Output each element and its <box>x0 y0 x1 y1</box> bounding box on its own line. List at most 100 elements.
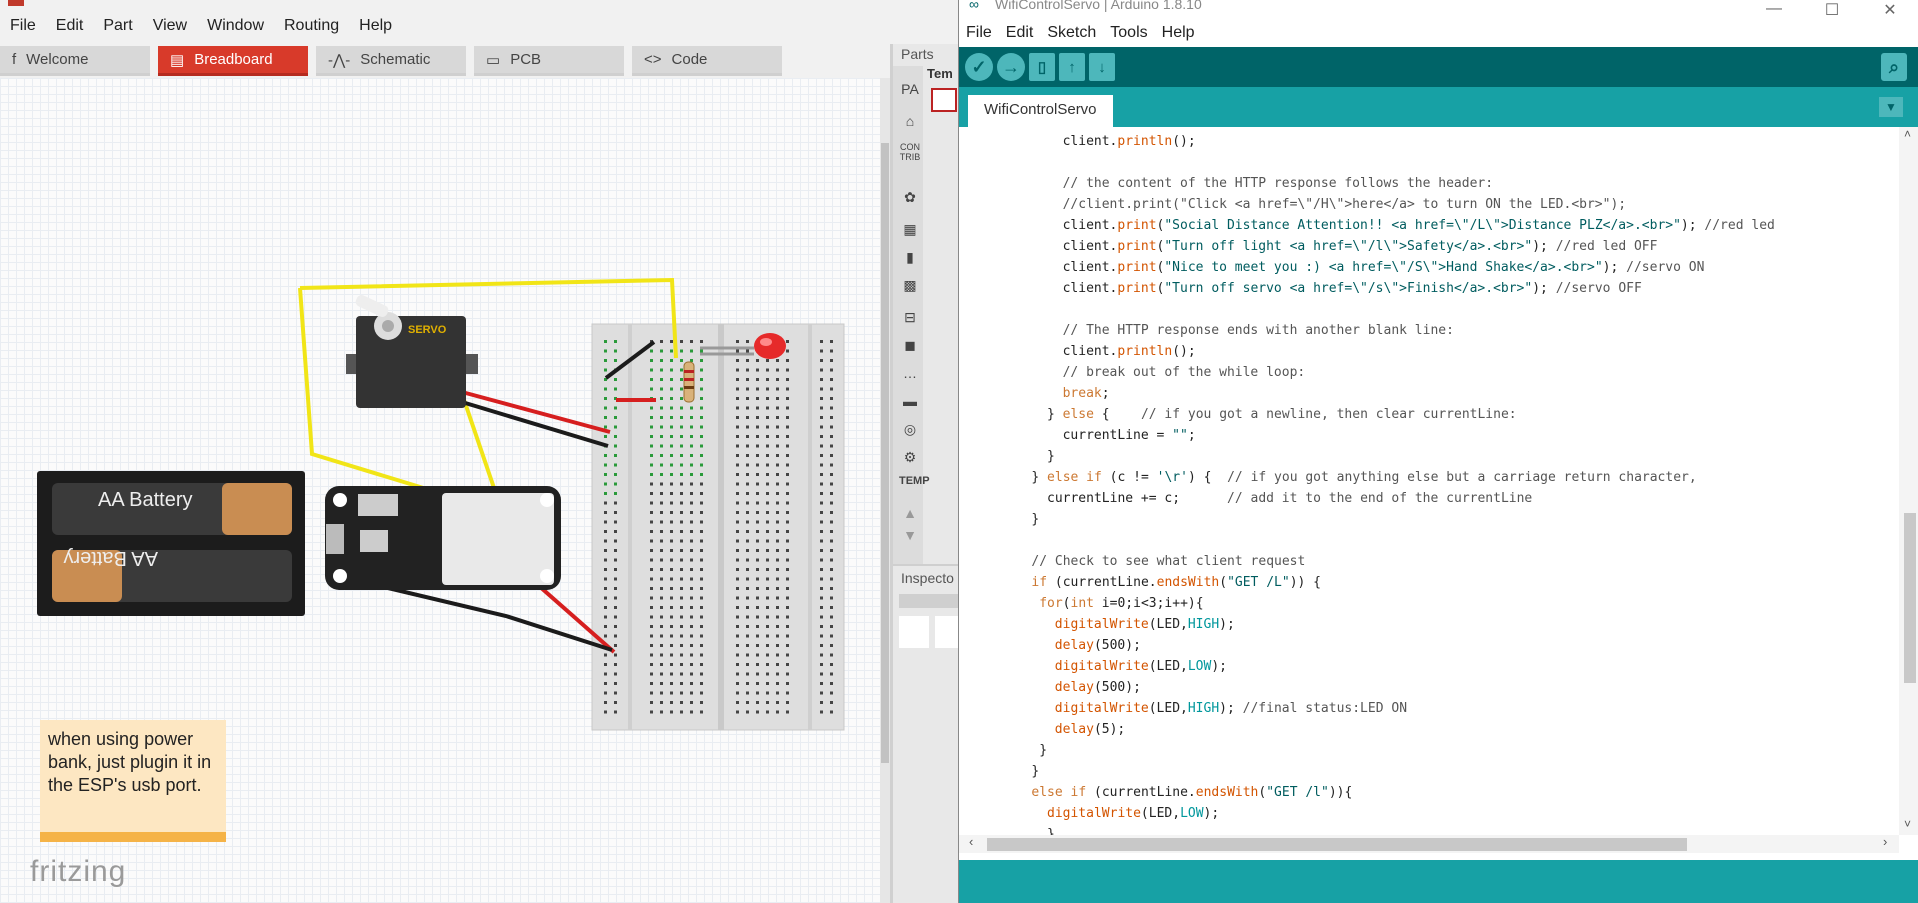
breadboard-hole[interactable] <box>786 463 789 467</box>
breadboard-hole[interactable] <box>700 473 703 476</box>
breadboard-hole[interactable] <box>604 701 607 704</box>
breadboard-hole[interactable] <box>604 587 607 590</box>
breadboard-hole[interactable] <box>690 463 693 467</box>
breadboard-hole[interactable] <box>700 435 703 438</box>
breadboard-hole[interactable] <box>604 606 607 609</box>
breadboard-hole[interactable] <box>756 482 759 486</box>
menu-edit[interactable]: Edit <box>46 17 94 35</box>
breadboard-hole[interactable] <box>650 425 653 429</box>
breadboard-hole[interactable] <box>830 691 833 695</box>
breadboard-hole[interactable] <box>680 644 683 647</box>
breadboard-hole[interactable] <box>820 492 823 495</box>
breadboard-hole[interactable] <box>756 368 759 372</box>
breadboard-hole[interactable] <box>736 520 739 524</box>
breadboard-hole[interactable] <box>680 682 683 685</box>
breadboard-hole[interactable] <box>660 416 663 419</box>
breadboard-hole[interactable] <box>830 710 833 714</box>
breadboard-hole[interactable] <box>700 682 703 685</box>
breadboard-hole[interactable] <box>650 539 653 543</box>
breadboard-hole[interactable] <box>830 444 833 448</box>
breadboard-hole[interactable] <box>680 340 683 343</box>
breadboard-hole[interactable] <box>756 663 759 666</box>
breadboard-hole[interactable] <box>614 511 617 514</box>
breadboard-hole[interactable] <box>830 558 833 562</box>
breadboard-hole[interactable] <box>670 349 673 353</box>
breadboard-hole[interactable] <box>650 682 653 685</box>
breadboard-hole[interactable] <box>650 634 653 638</box>
breadboard-hole[interactable] <box>736 615 739 619</box>
scroll-left-icon[interactable]: ‹ <box>969 834 973 849</box>
breadboard-hole[interactable] <box>700 349 703 353</box>
breadboard-hole[interactable] <box>776 473 779 476</box>
breadboard-hole[interactable] <box>690 710 693 714</box>
breadboard-hole[interactable] <box>700 463 703 467</box>
pa-bin-icon[interactable]: PA <box>899 78 921 100</box>
code-line[interactable]: delay(5); <box>1055 719 1125 740</box>
breadboard-hole[interactable] <box>670 558 673 562</box>
breadboard-hole[interactable] <box>766 416 769 419</box>
breadboard-hole[interactable] <box>650 473 653 476</box>
breadboard-hole[interactable] <box>786 387 789 391</box>
breadboard-hole[interactable] <box>650 501 653 505</box>
breadboard-hole[interactable] <box>680 606 683 609</box>
breadboard-hole[interactable] <box>756 625 759 628</box>
breadboard-hole[interactable] <box>766 606 769 609</box>
breadboard-hole[interactable] <box>756 359 759 362</box>
scroll-down-icon[interactable]: ▼ <box>899 524 921 546</box>
breadboard-hole[interactable] <box>756 615 759 619</box>
breadboard-hole[interactable] <box>670 634 673 638</box>
scroll-up-icon[interactable]: ▲ <box>899 502 921 524</box>
breadboard-hole[interactable] <box>820 625 823 628</box>
breadboard-hole[interactable] <box>670 530 673 533</box>
breadboard-hole[interactable] <box>776 511 779 514</box>
breadboard-hole[interactable] <box>766 454 769 457</box>
breadboard-hole[interactable] <box>830 596 833 600</box>
breadboard-hole[interactable] <box>820 568 823 571</box>
temp-bin-label[interactable]: TEMP <box>899 470 930 492</box>
breadboard-hole[interactable] <box>700 701 703 704</box>
breadboard-hole[interactable] <box>776 682 779 685</box>
breadboard-hole[interactable] <box>604 435 607 438</box>
canvas-scrollbar[interactable] <box>880 78 890 903</box>
breadboard-hole[interactable] <box>766 682 769 685</box>
breadboard-hole[interactable] <box>700 691 703 695</box>
breadboard-hole[interactable] <box>786 625 789 628</box>
code-line[interactable]: } <box>1031 761 1039 782</box>
breadboard-hole[interactable] <box>786 501 789 505</box>
breadboard-hole[interactable] <box>776 359 779 362</box>
code-line[interactable]: // The HTTP response ends with another b… <box>1063 320 1454 341</box>
code-line[interactable]: } else { // if you got a newline, then c… <box>1047 404 1517 425</box>
breadboard-hole[interactable] <box>776 634 779 638</box>
breadboard-hole[interactable] <box>786 558 789 562</box>
breadboard-hole[interactable] <box>746 587 749 590</box>
breadboard-hole[interactable] <box>756 539 759 543</box>
breadboard-hole[interactable] <box>746 520 749 524</box>
core-bin-icon[interactable]: ⌂ <box>899 110 921 132</box>
breadboard-hole[interactable] <box>650 615 653 619</box>
menu-help[interactable]: Help <box>1155 22 1202 44</box>
breadboard-hole[interactable] <box>776 397 779 400</box>
breadboard-hole[interactable] <box>670 539 673 543</box>
code-line[interactable]: } <box>1047 446 1055 467</box>
breadboard-hole[interactable] <box>736 340 739 343</box>
breadboard-hole[interactable] <box>650 349 653 353</box>
code-line[interactable]: digitalWrite(LED,LOW); <box>1047 803 1219 824</box>
breadboard-hole[interactable] <box>660 425 663 429</box>
breadboard-hole[interactable] <box>830 634 833 638</box>
breadboard-hole[interactable] <box>604 558 607 562</box>
serial-monitor-icon[interactable]: ⌕ <box>1881 53 1907 81</box>
breadboard-hole[interactable] <box>700 558 703 562</box>
breadboard-hole[interactable] <box>700 653 703 657</box>
breadboard-hole[interactable] <box>830 520 833 524</box>
code-line[interactable]: client.println(); <box>1063 341 1196 362</box>
breadboard-hole[interactable] <box>766 701 769 704</box>
breadboard-hole[interactable] <box>756 587 759 590</box>
breadboard-hole[interactable] <box>660 435 663 438</box>
breadboard-hole[interactable] <box>670 406 673 410</box>
breadboard-hole[interactable] <box>700 416 703 419</box>
breadboard-hole[interactable] <box>756 416 759 419</box>
menu-edit[interactable]: Edit <box>999 22 1041 44</box>
menu-view[interactable]: View <box>143 17 197 35</box>
breadboard-hole[interactable] <box>690 530 693 533</box>
breadboard-hole[interactable] <box>700 530 703 533</box>
